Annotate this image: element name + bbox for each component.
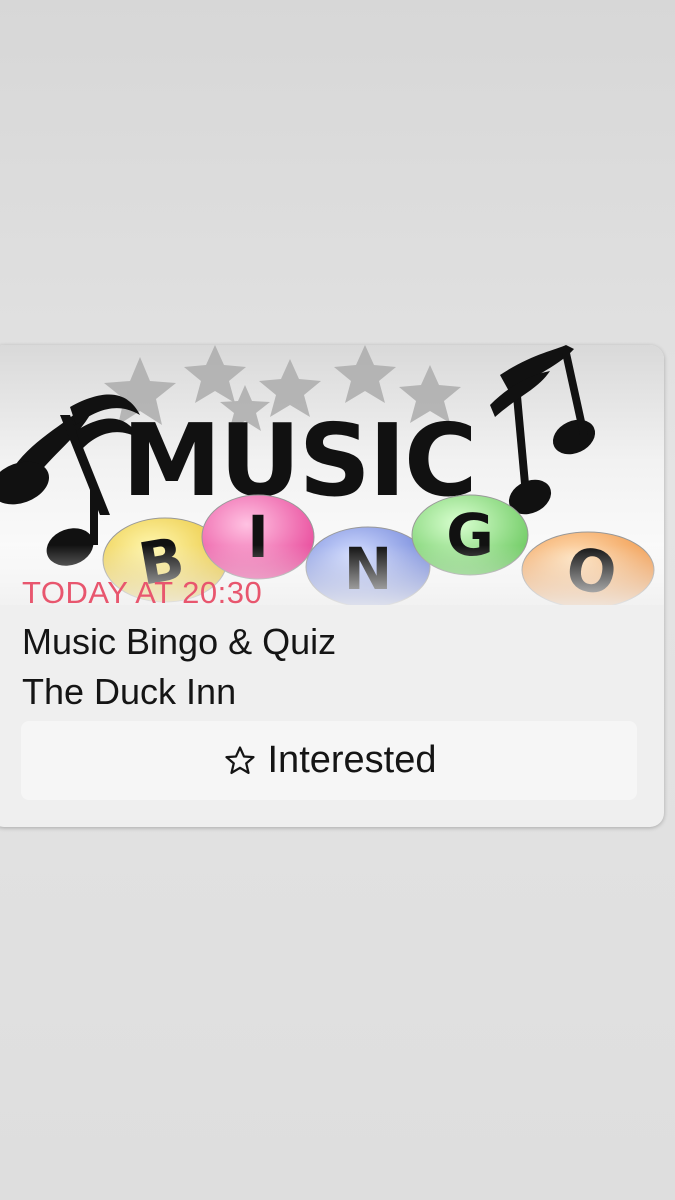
event-time: TODAY AT 20:30 — [22, 575, 263, 610]
event-venue[interactable]: The Duck Inn — [22, 671, 236, 713]
star-outline-icon — [222, 743, 258, 779]
event-cover-image: MUSIC B I N G O — [0, 345, 664, 605]
interested-label: Interested — [267, 739, 437, 781]
event-card[interactable]: MUSIC B I N G O TODAY AT 20:30 Music Bin… — [0, 345, 664, 827]
interested-button[interactable]: Interested — [21, 721, 637, 800]
event-title[interactable]: Music Bingo & Quiz — [22, 621, 336, 663]
banner-word-music: MUSIC — [122, 402, 475, 519]
